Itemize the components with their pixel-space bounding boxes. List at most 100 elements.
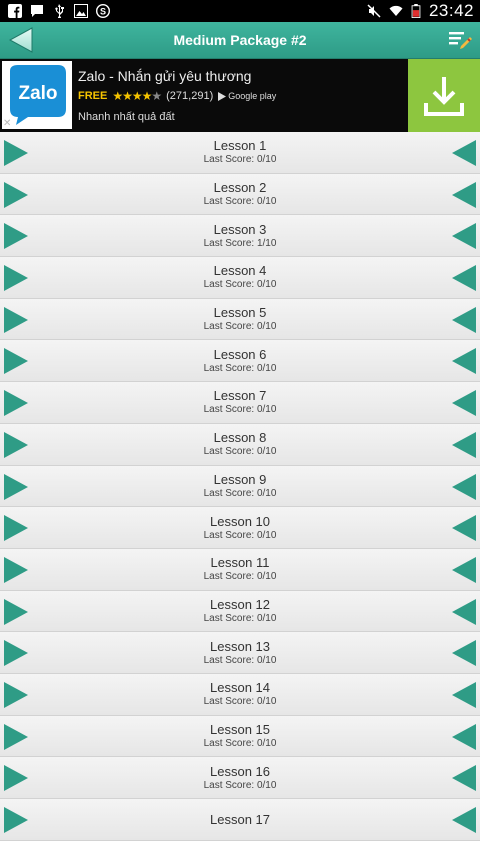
- lesson-score: Last Score: 0/10: [203, 279, 277, 291]
- mute-icon: [367, 4, 381, 18]
- ad-meta: FREE ★★★★★ (271,291) Google play: [78, 89, 276, 103]
- lesson-row[interactable]: Lesson 2 Last Score: 0/10: [0, 173, 480, 216]
- lesson-row[interactable]: Lesson 6 Last Score: 0/10: [0, 340, 480, 383]
- status-bar: S 23:42: [0, 0, 480, 22]
- lesson-list: Lesson 1 Last Score: 0/10 Lesson 2 Last Sco…: [0, 132, 480, 841]
- svg-text:S: S: [100, 6, 106, 16]
- lesson-score: Last Score: 0/10: [203, 321, 277, 333]
- lesson-name: Lesson 16: [210, 763, 270, 779]
- lesson-name: Lesson 9: [213, 471, 267, 487]
- zalo-logo: Zalo: [2, 61, 72, 129]
- play-left-icon[interactable]: [451, 264, 477, 292]
- lesson-row[interactable]: Lesson 7 Last Score: 0/10: [0, 382, 480, 424]
- play-right-icon[interactable]: [3, 556, 29, 584]
- play-right-icon[interactable]: [3, 681, 29, 709]
- lesson-score: Last Score: 0/10: [203, 737, 277, 749]
- back-arrow-icon[interactable]: [6, 26, 36, 54]
- lesson-row[interactable]: Lesson 9 Last Score: 0/10: [0, 465, 480, 508]
- play-left-icon[interactable]: [451, 723, 477, 751]
- lesson-name: Lesson 1: [213, 138, 267, 154]
- download-icon: [424, 76, 464, 116]
- ad-close-button[interactable]: ✕: [3, 118, 11, 129]
- play-right-icon[interactable]: [3, 389, 29, 417]
- play-left-icon[interactable]: [451, 806, 477, 834]
- play-right-icon[interactable]: [3, 139, 29, 167]
- play-left-icon[interactable]: [451, 681, 477, 709]
- play-right-icon[interactable]: [3, 222, 29, 250]
- lesson-score: Last Score: 0/10: [203, 612, 277, 624]
- ad-store-label: Google play: [228, 91, 277, 101]
- play-right-icon[interactable]: [3, 514, 29, 542]
- play-right-icon[interactable]: [3, 181, 29, 209]
- play-left-icon[interactable]: [451, 139, 477, 167]
- clock: 23:42: [428, 1, 474, 20]
- play-right-icon[interactable]: [3, 473, 29, 501]
- play-left-icon[interactable]: [451, 306, 477, 334]
- play-left-icon[interactable]: [451, 389, 477, 417]
- play-left-icon[interactable]: [451, 347, 477, 375]
- lesson-score: Last Score: 0/10: [203, 446, 277, 458]
- play-right-icon[interactable]: [3, 306, 29, 334]
- play-right-icon[interactable]: [3, 347, 29, 375]
- lesson-score: Last Score: 0/10: [203, 779, 277, 791]
- ad-banner[interactable]: Zalo Zalo - Nhắn gửi yêu thương FREE ★★★…: [0, 59, 480, 132]
- google-play-badge: Google play: [218, 91, 276, 101]
- lesson-row[interactable]: Lesson 3 Last Score: 1/10: [0, 215, 480, 258]
- message-icon: [31, 5, 43, 17]
- play-right-icon[interactable]: [3, 431, 29, 459]
- play-right-icon[interactable]: [3, 639, 29, 667]
- play-right-icon[interactable]: [3, 598, 29, 626]
- lesson-score: Last Score: 0/10: [203, 487, 277, 499]
- lesson-score: Last Score: 0/10: [203, 696, 277, 708]
- lesson-name: Lesson 17: [210, 811, 270, 827]
- lesson-row[interactable]: Lesson 12 Last Score: 0/10: [0, 590, 480, 633]
- page-title: Medium Package #2: [173, 32, 307, 48]
- play-left-icon[interactable]: [451, 639, 477, 667]
- lesson-name: Lesson 11: [210, 555, 270, 571]
- lesson-name: Lesson 2: [213, 180, 267, 196]
- play-left-icon[interactable]: [451, 514, 477, 542]
- lesson-row[interactable]: Lesson 8 Last Score: 0/10: [0, 423, 480, 466]
- lesson-row[interactable]: Lesson 10 Last Score: 0/10: [0, 507, 480, 549]
- edit-notes-icon[interactable]: [448, 28, 472, 52]
- usb-icon: [55, 4, 64, 18]
- lesson-row[interactable]: Lesson 13 Last Score: 0/10: [0, 632, 480, 674]
- lesson-row[interactable]: Lesson 1 Last Score: 0/10: [0, 132, 480, 174]
- lesson-row[interactable]: Lesson 4 Last Score: 0/10: [0, 257, 480, 299]
- play-left-icon[interactable]: [451, 473, 477, 501]
- ad-download-button[interactable]: [408, 59, 480, 132]
- play-left-icon[interactable]: [451, 431, 477, 459]
- google-play-icon: [218, 91, 227, 101]
- lesson-row[interactable]: Lesson 11 Last Score: 0/10: [0, 548, 480, 591]
- ad-tagline: Nhanh nhất quả đất: [78, 111, 175, 123]
- lesson-name: Lesson 5: [213, 305, 267, 321]
- lesson-row[interactable]: Lesson 14 Last Score: 0/10: [0, 673, 480, 716]
- skype-icon: S: [96, 4, 110, 18]
- lesson-score: Last Score: 0/10: [203, 404, 277, 416]
- battery-icon: [411, 4, 421, 18]
- play-right-icon[interactable]: [3, 764, 29, 792]
- play-right-icon[interactable]: [3, 723, 29, 751]
- lesson-row[interactable]: Lesson 15 Last Score: 0/10: [0, 715, 480, 758]
- image-icon: [74, 4, 88, 18]
- play-left-icon[interactable]: [451, 556, 477, 584]
- wifi-icon: [389, 5, 403, 16]
- lesson-name: Lesson 13: [210, 638, 270, 654]
- play-right-icon[interactable]: [3, 806, 29, 834]
- ad-title: Zalo - Nhắn gửi yêu thương: [78, 68, 252, 84]
- play-right-icon[interactable]: [3, 264, 29, 292]
- lesson-name: Lesson 4: [213, 263, 267, 279]
- lesson-score: Last Score: 1/10: [203, 237, 277, 249]
- lesson-name: Lesson 8: [213, 430, 267, 446]
- lesson-row[interactable]: Lesson 5 Last Score: 0/10: [0, 298, 480, 341]
- lesson-name: Lesson 15: [210, 721, 270, 737]
- lesson-row[interactable]: Lesson 16 Last Score: 0/10: [0, 757, 480, 799]
- ad-rating-count: (271,291): [166, 90, 214, 102]
- play-left-icon[interactable]: [451, 764, 477, 792]
- play-left-icon[interactable]: [451, 181, 477, 209]
- lesson-name: Lesson 7: [213, 388, 267, 404]
- play-left-icon[interactable]: [451, 598, 477, 626]
- ad-free-label: FREE: [78, 90, 108, 102]
- lesson-score: Last Score: 0/10: [203, 654, 277, 666]
- play-left-icon[interactable]: [451, 222, 477, 250]
